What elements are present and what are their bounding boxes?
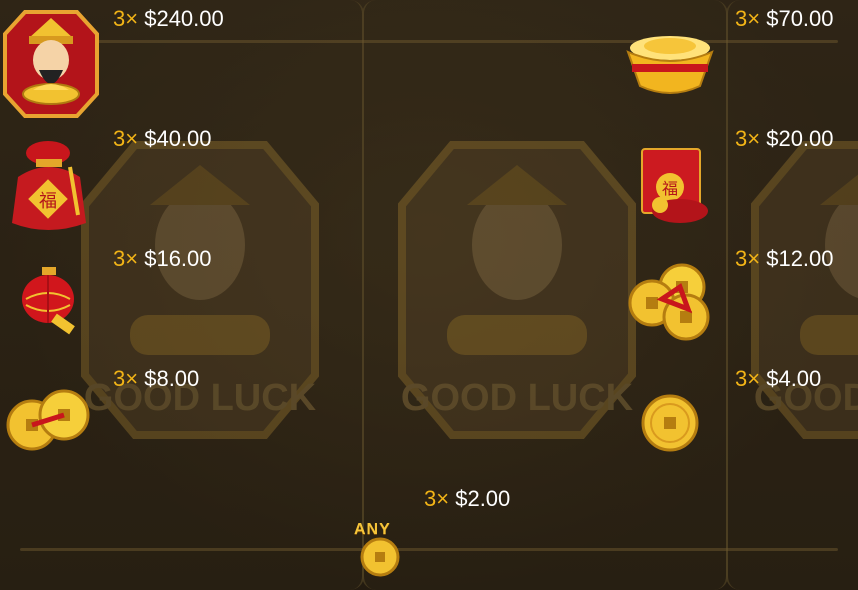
two-coins-icon [6, 389, 90, 451]
payout-red-envelope: 3× $20.00 [735, 126, 834, 152]
amount: $70.00 [766, 6, 834, 31]
payout-red-lantern: 3× $16.00 [113, 246, 212, 272]
multiplier: 3× [424, 486, 450, 511]
paytable-row-right-2: 福 3× $20.00 [620, 125, 858, 223]
payout-red-pouch: 3× $40.00 [113, 126, 212, 152]
multiplier: 3× [735, 366, 761, 391]
amount: $12.00 [766, 246, 834, 271]
payout-any-coin: 3× $2.00 [424, 486, 510, 512]
single-coin-icon [641, 394, 699, 452]
multiplier: 3× [113, 366, 139, 391]
multiplier: 3× [735, 126, 761, 151]
any-label: ANY [354, 521, 391, 538]
paytable-row-right-3: 3× $12.00 [620, 245, 858, 341]
red-lantern-icon [22, 267, 75, 335]
multiplier: 3× [113, 246, 139, 271]
multiplier: 3× [113, 126, 139, 151]
paytable-row-left-1: 3× $240.00 [0, 0, 300, 118]
three-coins-icon [628, 263, 710, 341]
paytable-row-center-any: 3× $2.00 ANY [340, 485, 540, 585]
amount: $4.00 [766, 366, 822, 391]
god-of-wealth-icon [3, 10, 99, 118]
payout-god-of-wealth: 3× $240.00 [113, 6, 224, 32]
amount: $40.00 [144, 126, 212, 151]
background-deity-watermark-center: GOOD LUCK [398, 141, 636, 439]
paytable-row-left-2: 福 3× $40.00 [0, 125, 300, 230]
svg-text:福: 福 [662, 179, 678, 198]
amount: $2.00 [455, 486, 511, 511]
svg-text:GOOD LUCK: GOOD LUCK [401, 377, 634, 419]
paytable-row-left-3: 3× $16.00 [0, 245, 300, 335]
multiplier: 3× [113, 6, 139, 31]
payout-gold-ingot: 3× $70.00 [735, 6, 834, 32]
amount: $16.00 [144, 246, 212, 271]
amount: $20.00 [766, 126, 834, 151]
red-pouch-icon: 福 [12, 141, 86, 230]
payout-single-coin: 3× $4.00 [735, 366, 821, 392]
payout-three-coins: 3× $12.00 [735, 246, 834, 272]
svg-text:福: 福 [39, 191, 57, 212]
amount: $240.00 [144, 6, 224, 31]
paytable-row-right-4: 3× $4.00 [620, 365, 858, 455]
paytable-row-right-1: 3× $70.00 [620, 0, 858, 94]
payout-two-coins: 3× $8.00 [113, 366, 199, 392]
multiplier: 3× [735, 246, 761, 271]
multiplier: 3× [735, 6, 761, 31]
red-envelope-icon: 福 [641, 148, 708, 223]
amount: $8.00 [144, 366, 200, 391]
gold-ingot-icon [626, 36, 714, 94]
paytable-row-left-4: 3× $8.00 [0, 365, 300, 455]
